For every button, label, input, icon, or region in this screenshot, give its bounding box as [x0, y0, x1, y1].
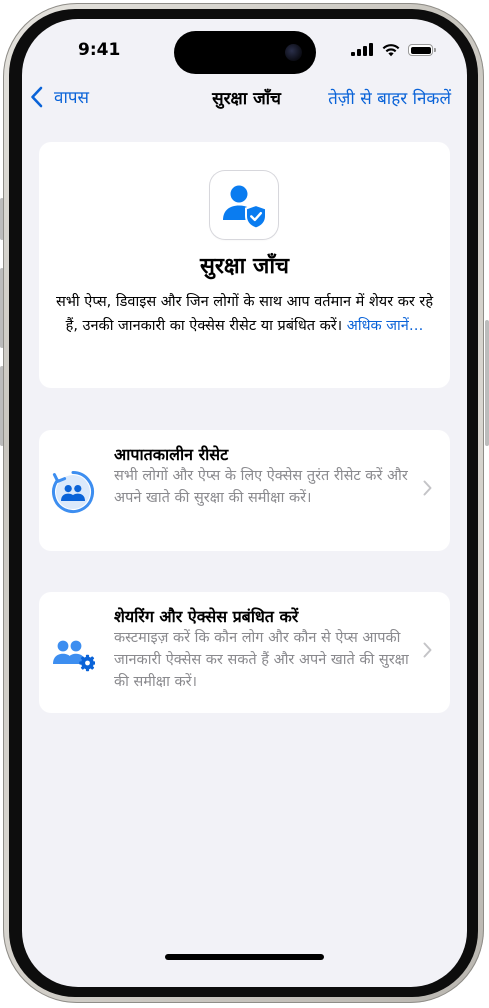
- person-shield-icon: [223, 185, 267, 230]
- battery-icon: [408, 44, 436, 56]
- manage-sharing-subtitle: कस्टमाइज़ करें कि कौन लोग और कौन से ऐप्स…: [114, 630, 409, 690]
- dynamic-island: [174, 31, 316, 74]
- hero-description: सभी ऐप्स, डिवाइस और जिन लोगों के साथ आप …: [53, 290, 436, 338]
- manage-sharing-row[interactable]: शेयरिंग और ऐक्सेस प्रबंधित करें कस्टमाइज…: [39, 592, 450, 713]
- home-indicator[interactable]: [165, 954, 324, 960]
- cellular-signal-icon: [351, 43, 375, 57]
- status-icons: [351, 43, 436, 57]
- wifi-icon: [382, 44, 400, 57]
- front-camera: [285, 44, 302, 61]
- emergency-reset-subtitle: सभी लोगों और ऐप्स के लिए ऐक्सेस तुरंत री…: [114, 468, 408, 506]
- manage-sharing-icon: [53, 640, 95, 672]
- emergency-reset-row[interactable]: आपातकालीन रीसेट सभी लोगों और ऐप्स के लिए…: [39, 430, 450, 551]
- hero-title: सुरक्षा जाँच: [200, 254, 289, 279]
- chevron-right-icon: [423, 642, 432, 658]
- manage-sharing-title: शेयरिंग और ऐक्सेस प्रबंधित करें: [114, 607, 299, 626]
- emergency-reset-icon: [52, 471, 94, 513]
- status-time: 9:41: [78, 40, 121, 60]
- safety-check-app-icon: [210, 171, 278, 239]
- safety-check-intro-card: सुरक्षा जाँच सभी ऐप्स, डिवाइस और जिन लोग…: [39, 142, 450, 388]
- chevron-right-icon: [423, 480, 432, 496]
- quick-exit-button[interactable]: तेज़ी से बाहर निकलें: [328, 86, 451, 109]
- emergency-reset-title: आपातकालीन रीसेट: [114, 445, 229, 464]
- learn-more-link[interactable]: अधिक जानें…: [347, 318, 424, 334]
- side-button[interactable]: [485, 320, 489, 446]
- screen: 9:41 वापस सुरक्षा जाँच तेज़ी से बाहर निक…: [22, 19, 467, 987]
